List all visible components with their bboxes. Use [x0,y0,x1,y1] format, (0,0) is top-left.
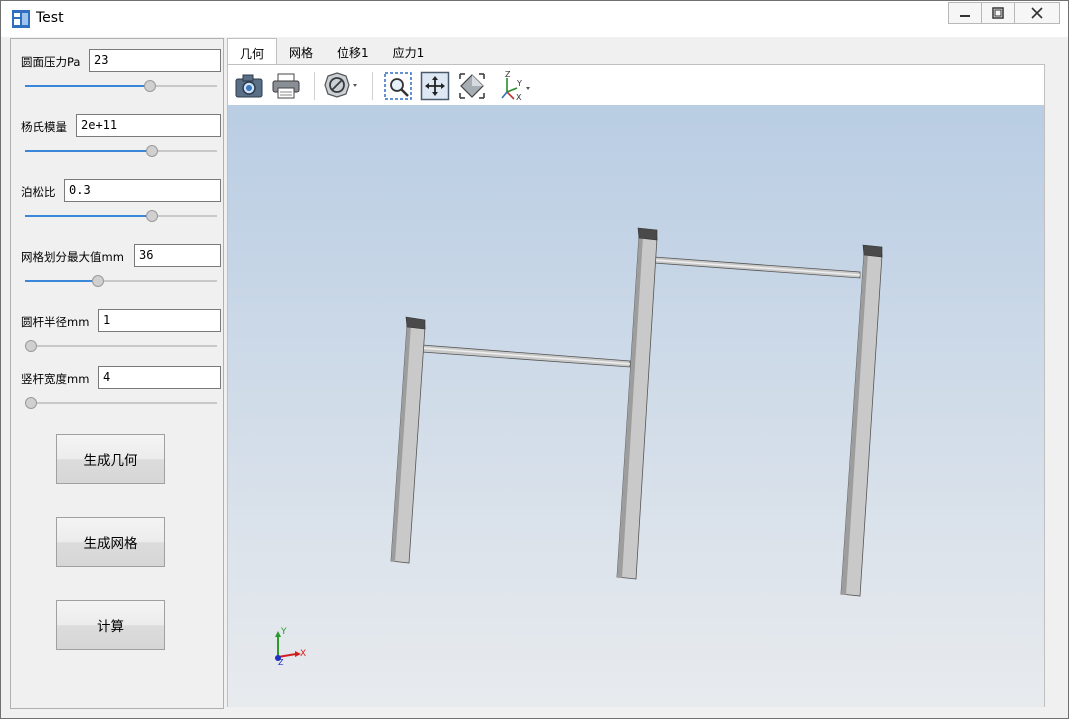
slider-fill [25,215,152,217]
zoom-box-icon [384,72,412,100]
poisson-ratio-input[interactable]: 0.3 [64,179,221,202]
param-label: 杨氏模量 [21,120,67,134]
minimize-button[interactable] [948,2,982,24]
view-toolbar: Z Y X [232,67,539,105]
axis-view-icon: Z Y X [501,70,530,102]
tab-geometry[interactable]: 几何 [227,38,278,65]
vertical-post [840,244,883,597]
slider-thumb[interactable] [25,397,37,409]
vertical-post [616,227,658,580]
close-button[interactable] [1014,2,1060,24]
horizontal-rod [653,256,861,279]
rod-radius-input[interactable]: 1 [98,309,221,332]
zoom-fit-button[interactable] [418,69,452,103]
pan-button[interactable] [455,69,489,103]
horizontal-rod [421,344,631,368]
toolbar-separator [372,72,373,100]
parameter-panel: 圆面压力Pa 23 杨氏模量 2e+11 泊松比 0.3 网格划分最大值mm 3… [10,38,224,709]
maximize-icon [992,7,1004,19]
generate-geometry-button[interactable]: 生成几何 [56,434,165,484]
zoom-box-button[interactable] [381,69,415,103]
zoom-fit-icon [420,71,450,101]
maximize-button[interactable] [981,2,1015,24]
compute-button[interactable]: 计算 [56,600,165,650]
rod-radius-slider[interactable] [25,340,217,352]
axis-z-label: Z [278,658,284,667]
poisson-ratio-slider[interactable] [25,210,217,222]
title-bar[interactable]: Test [1,1,1068,37]
param-label: 圆面压力Pa [21,55,81,69]
main-window: Test 圆面压力Pa 23 杨氏模量 2e+11 泊松比 0.3 网格划分最大… [0,0,1069,719]
param-label: 竖杆宽度mm [21,372,90,386]
minimize-icon [960,15,970,17]
tab-mesh[interactable]: 网格 [277,38,325,64]
youngs-modulus-input[interactable]: 2e+11 [76,114,221,137]
view-tabs: 几何 网格 位移1 应力1 [227,38,437,65]
post-width-input[interactable]: 4 [98,366,221,389]
slider-fill [25,150,152,152]
axis-x-label: X [300,649,306,659]
camera-icon [235,74,263,98]
slider-thumb[interactable] [143,80,156,92]
axis-view-button[interactable]: Z Y X [496,69,536,103]
slider-track [25,402,217,404]
pan-icon [459,73,485,99]
vertical-post [390,316,426,564]
axis-view-x-label: X [516,93,522,102]
geometry-model: Y X Z [275,227,883,667]
tab-displacement[interactable]: 位移1 [325,38,381,64]
youngs-modulus-slider[interactable] [25,145,217,157]
axis-view-z-label: Z [505,70,511,79]
param-label: 圆杆半径mm [21,315,90,329]
clip-button[interactable] [323,69,361,103]
generate-mesh-button[interactable]: 生成网格 [56,517,165,567]
param-label: 网格划分最大值mm [21,250,124,264]
screenshot-button[interactable] [232,69,266,103]
view-panel: 几何 网格 位移1 应力1 Z Y X Y X Z [227,38,1061,709]
param-label: 泊松比 [21,185,56,199]
slider-thumb[interactable] [145,145,158,157]
axis-triad: Y X Z [275,627,306,667]
tab-stress[interactable]: 应力1 [381,38,437,64]
mesh-max-size-input[interactable]: 36 [134,244,221,267]
clip-icon [324,72,357,98]
slider-thumb[interactable] [145,210,158,222]
print-button[interactable] [269,69,303,103]
app-icon [12,10,30,28]
pressure-slider[interactable] [25,80,217,92]
close-icon [1031,7,1043,19]
axis-y-label: Y [280,627,287,637]
toolbar-separator [314,72,315,100]
slider-thumb[interactable] [25,340,37,352]
window-title: Test [36,10,64,26]
slider-fill [25,280,98,282]
slider-track [25,345,217,347]
geometry-tab-content: Z Y X Y X Z [227,64,1045,707]
slider-fill [25,85,150,87]
axis-view-y-label: Y [516,79,522,88]
slider-thumb[interactable] [91,275,104,287]
print-icon [272,73,300,99]
pressure-input[interactable]: 23 [89,49,221,72]
mesh-max-size-slider[interactable] [25,275,217,287]
post-width-slider[interactable] [25,397,217,409]
3d-viewport[interactable]: Y X Z [228,105,1045,707]
window-controls [948,2,1060,26]
